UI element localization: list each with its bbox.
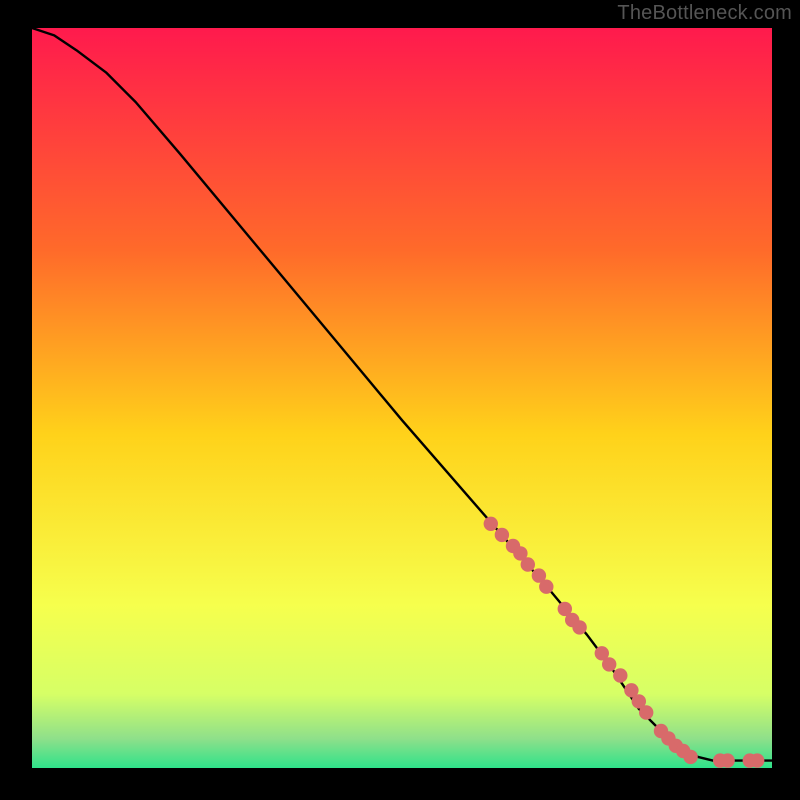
curve-marker — [639, 705, 653, 719]
curve-marker — [602, 657, 616, 671]
curve-marker — [484, 517, 498, 531]
curve-marker — [613, 668, 627, 682]
curve-marker — [521, 557, 535, 571]
curve-marker — [572, 620, 586, 634]
curve-marker — [539, 580, 553, 594]
curve-marker — [683, 750, 697, 764]
watermark-text: TheBottleneck.com — [617, 2, 792, 25]
curve-marker — [720, 753, 734, 767]
chart-plot-area — [32, 28, 772, 768]
curve-marker — [750, 753, 764, 767]
curve-marker — [495, 528, 509, 542]
chart-background — [32, 28, 772, 768]
chart-stage: TheBottleneck.com — [0, 0, 800, 800]
chart-svg — [32, 28, 772, 768]
